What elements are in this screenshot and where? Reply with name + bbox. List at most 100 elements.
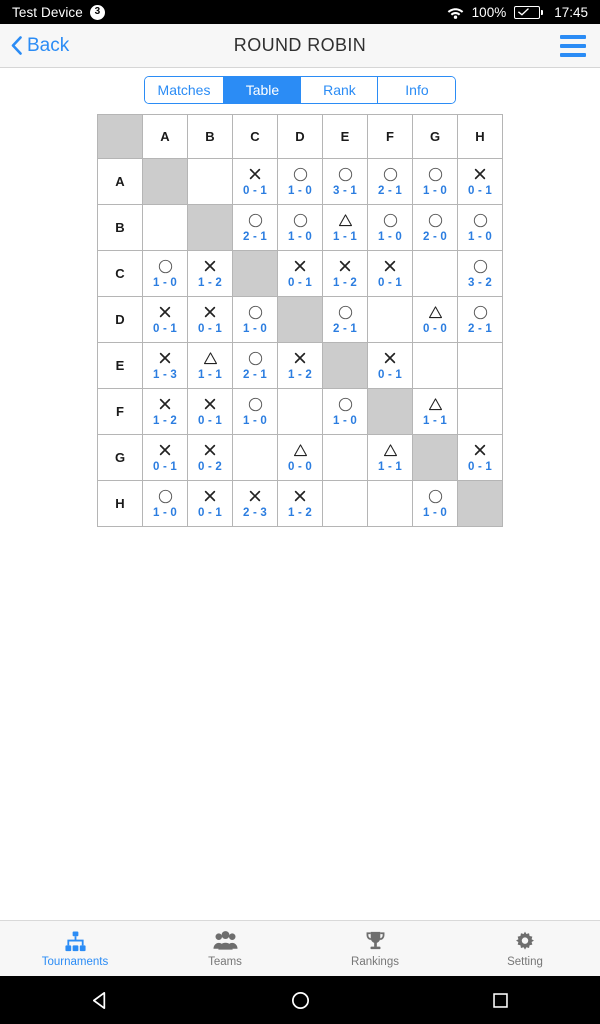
table-row: E 1 - 3 1 - 1 2 - 1 1 - 2 0 - 1 [97, 342, 503, 389]
people-group-icon [212, 929, 238, 953]
match-cell-h-a[interactable]: 1 - 0 [142, 480, 188, 527]
match-cell-h-g[interactable]: 1 - 0 [412, 480, 458, 527]
match-cell-d-e[interactable]: 2 - 1 [322, 296, 368, 343]
match-score: 1 - 0 [242, 322, 267, 335]
home-circle-icon[interactable] [270, 976, 330, 1024]
tab-rank[interactable]: Rank [301, 77, 379, 103]
match-cell-h-d[interactable]: 1 - 2 [277, 480, 323, 527]
table-row: G 0 - 1 0 - 2 0 - 0 1 - 1 0 - 1 [97, 434, 503, 481]
tab-teams[interactable]: Teams [150, 921, 300, 976]
match-cell-g-d[interactable]: 0 - 0 [277, 434, 323, 481]
match-score: 1 - 2 [332, 276, 357, 289]
tab-info[interactable]: Info [378, 77, 456, 103]
match-result: 2 - 3 [233, 481, 277, 526]
match-cell-g-f[interactable]: 1 - 1 [367, 434, 413, 481]
match-cell-f-b[interactable]: 0 - 1 [187, 388, 233, 435]
nav-header: Back ROUND ROBIN [0, 24, 600, 68]
match-result: 0 - 1 [188, 389, 232, 434]
match-cell-g-a[interactable]: 0 - 1 [142, 434, 188, 481]
match-cell-e-f[interactable]: 0 - 1 [367, 342, 413, 389]
match-cell-e-b[interactable]: 1 - 1 [187, 342, 233, 389]
match-cell-b-e[interactable]: 1 - 1 [322, 204, 368, 251]
match-cell-g-b[interactable]: 0 - 2 [187, 434, 233, 481]
loss-cross-icon [203, 489, 217, 504]
hamburger-menu-icon[interactable] [560, 34, 586, 57]
match-cell-a-e[interactable]: 3 - 1 [322, 158, 368, 205]
status-bar-right: 100% 17:45 [447, 5, 588, 20]
hamburger-bar-2 [560, 43, 586, 48]
match-cell-e-c[interactable]: 2 - 1 [232, 342, 278, 389]
match-cell-h-b[interactable]: 0 - 1 [187, 480, 233, 527]
match-cell-g-h[interactable]: 0 - 1 [457, 434, 503, 481]
match-result: 1 - 0 [233, 297, 277, 342]
match-cell-b-f[interactable]: 1 - 0 [367, 204, 413, 251]
match-result: 3 - 2 [458, 251, 502, 296]
tab-matches[interactable]: Matches [144, 77, 225, 103]
match-score: 1 - 0 [242, 414, 267, 427]
match-cell-f-a[interactable]: 1 - 2 [142, 388, 188, 435]
match-score: 1 - 0 [422, 506, 447, 519]
back-button[interactable]: Back [0, 24, 79, 67]
match-cell-c-f[interactable]: 0 - 1 [367, 250, 413, 297]
match-result: 1 - 0 [233, 389, 277, 434]
match-cell-c-b[interactable]: 1 - 2 [187, 250, 233, 297]
match-cell-e-d[interactable]: 1 - 2 [277, 342, 323, 389]
table-row: F 1 - 2 0 - 1 1 - 0 1 - 0 1 - 1 [97, 388, 503, 435]
match-result: 1 - 2 [143, 389, 187, 434]
match-cell-a-g[interactable]: 1 - 0 [412, 158, 458, 205]
match-cell-d-h[interactable]: 2 - 1 [457, 296, 503, 343]
match-result: 2 - 1 [458, 297, 502, 342]
loss-cross-icon [338, 259, 352, 274]
draw-triangle-icon [203, 351, 218, 366]
gear-icon [514, 929, 536, 953]
match-result: 1 - 2 [278, 481, 322, 526]
match-cell-d-a[interactable]: 0 - 1 [142, 296, 188, 343]
recents-square-icon[interactable] [470, 976, 530, 1024]
match-cell-c-h[interactable]: 3 - 2 [457, 250, 503, 297]
match-cell-b-h[interactable]: 1 - 0 [457, 204, 503, 251]
tab-label: Matches [157, 82, 211, 98]
tab-rankings[interactable]: Rankings [300, 921, 450, 976]
tab-tournaments[interactable]: Tournaments [0, 921, 150, 976]
match-cell-f-g[interactable]: 1 - 1 [412, 388, 458, 435]
diagonal-cell-d [277, 296, 323, 343]
match-score: 0 - 1 [152, 460, 177, 473]
back-triangle-icon[interactable] [70, 976, 130, 1024]
loss-cross-icon [473, 443, 487, 458]
win-circle-icon [248, 213, 263, 228]
match-cell-f-e[interactable]: 1 - 0 [322, 388, 368, 435]
match-cell-d-c[interactable]: 1 - 0 [232, 296, 278, 343]
match-score: 1 - 1 [197, 368, 222, 381]
match-result: 2 - 1 [233, 343, 277, 388]
match-score: 1 - 0 [287, 184, 312, 197]
match-score: 1 - 0 [332, 414, 357, 427]
match-cell-a-c[interactable]: 0 - 1 [232, 158, 278, 205]
match-result: 0 - 1 [458, 435, 502, 480]
hamburger-bar-1 [560, 34, 586, 39]
match-cell-a-h[interactable]: 0 - 1 [457, 158, 503, 205]
column-header-b: B [187, 114, 233, 159]
tab-label: Info [405, 82, 429, 98]
match-cell-h-c[interactable]: 2 - 3 [232, 480, 278, 527]
match-cell-c-d[interactable]: 0 - 1 [277, 250, 323, 297]
match-cell-a-f[interactable]: 2 - 1 [367, 158, 413, 205]
match-score: 0 - 1 [152, 322, 177, 335]
match-cell-e-a[interactable]: 1 - 3 [142, 342, 188, 389]
match-cell-a-d[interactable]: 1 - 0 [277, 158, 323, 205]
match-cell-f-c[interactable]: 1 - 0 [232, 388, 278, 435]
match-cell-b-g[interactable]: 2 - 0 [412, 204, 458, 251]
match-score: 1 - 2 [152, 414, 177, 427]
match-cell-c-e[interactable]: 1 - 2 [322, 250, 368, 297]
tab-setting[interactable]: Setting [450, 921, 600, 976]
match-cell-b-c[interactable]: 2 - 1 [232, 204, 278, 251]
match-cell-d-g[interactable]: 0 - 0 [412, 296, 458, 343]
tab-label: Rankings [351, 956, 399, 968]
match-cell-b-d[interactable]: 1 - 0 [277, 204, 323, 251]
empty-cell-e-h [457, 342, 503, 389]
match-score: 1 - 0 [467, 230, 492, 243]
match-cell-d-b[interactable]: 0 - 1 [187, 296, 233, 343]
match-score: 0 - 1 [242, 184, 267, 197]
match-cell-c-a[interactable]: 1 - 0 [142, 250, 188, 297]
tab-table[interactable]: Table [224, 77, 302, 103]
match-score: 0 - 0 [422, 322, 447, 335]
